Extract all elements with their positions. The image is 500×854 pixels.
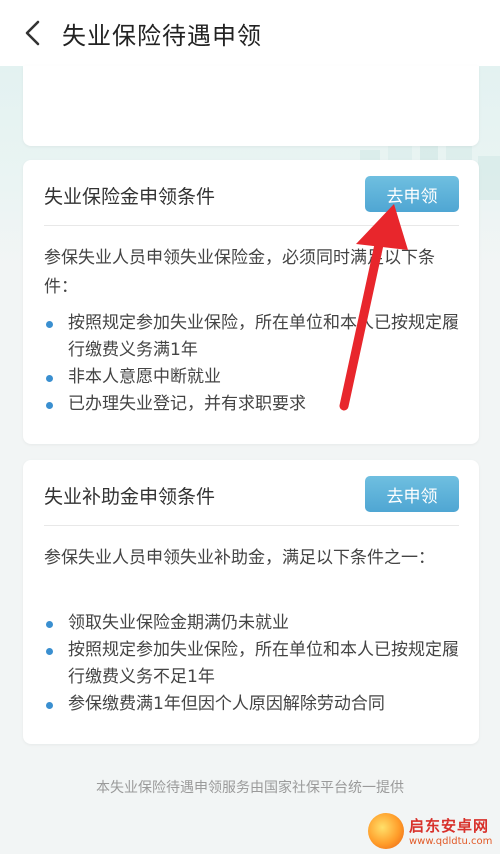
condition-list: 按照规定参加失业保险，所在单位和本人已按规定履行缴费义务满1年 非本人意愿中断就… bbox=[44, 310, 464, 418]
list-item-text: 非本人意愿中断就业 bbox=[68, 367, 221, 387]
list-item: 已办理失业登记，并有求职要求 bbox=[44, 391, 464, 418]
top-card bbox=[23, 66, 479, 146]
divider bbox=[44, 225, 459, 226]
back-arrow-icon[interactable] bbox=[18, 18, 48, 48]
list-item: 按照规定参加失业保险，所在单位和本人已按规定履行缴费义务满1年 bbox=[44, 310, 464, 364]
watermark-name: 启东安卓网 bbox=[409, 817, 490, 835]
bullet-dot-icon bbox=[46, 402, 53, 409]
unemployment-insurance-card: 失业保险金申领条件 去申领 参保失业人员申领失业保险金，必须同时满足以下条件： … bbox=[23, 160, 479, 444]
list-item-text: 已办理失业登记，并有求职要求 bbox=[68, 394, 306, 414]
card-title: 失业保险金申领条件 bbox=[44, 186, 216, 208]
list-item-text: 参保缴费满1年但因个人原因解除劳动合同 bbox=[68, 694, 385, 714]
condition-list: 领取失业保险金期满仍未就业 按照规定参加失业保险，所在单位和本人已按规定履行缴费… bbox=[44, 610, 464, 718]
list-item-text: 按照规定参加失业保险，所在单位和本人已按规定履行缴费义务满1年 bbox=[68, 313, 459, 360]
card-description: 参保失业人员申领失业保险金，必须同时满足以下条件： bbox=[44, 248, 435, 297]
list-item: 按照规定参加失业保险，所在单位和本人已按规定履行缴费义务不足1年 bbox=[44, 637, 464, 691]
divider bbox=[44, 525, 459, 526]
footer-note: 本失业保险待遇申领服务由国家社保平台统一提供 bbox=[96, 780, 404, 796]
card-description: 参保失业人员申领失业补助金，满足以下条件之一： bbox=[44, 548, 435, 568]
bullet-dot-icon bbox=[46, 648, 53, 655]
card-title: 失业补助金申领条件 bbox=[44, 486, 216, 508]
apply-button[interactable]: 去申领 bbox=[365, 176, 459, 212]
list-item: 参保缴费满1年但因个人原因解除劳动合同 bbox=[44, 691, 464, 718]
page-title: 失业保险待遇申领 bbox=[62, 22, 262, 50]
list-item: 领取失业保险金期满仍未就业 bbox=[44, 610, 464, 637]
list-item-text: 按照规定参加失业保险，所在单位和本人已按规定履行缴费义务不足1年 bbox=[68, 640, 459, 687]
list-item-text: 领取失业保险金期满仍未就业 bbox=[68, 613, 289, 633]
bullet-dot-icon bbox=[46, 621, 53, 628]
list-item: 非本人意愿中断就业 bbox=[44, 364, 464, 391]
bullet-dot-icon bbox=[46, 321, 53, 328]
unemployment-subsidy-card: 失业补助金申领条件 去申领 参保失业人员申领失业补助金，满足以下条件之一： 领取… bbox=[23, 460, 479, 744]
header-bar: 失业保险待遇申领 bbox=[0, 0, 500, 66]
watermark-url: www.qdldtu.com bbox=[409, 836, 493, 847]
watermark: 启东安卓网 www.qdldtu.com bbox=[368, 808, 500, 854]
apply-button[interactable]: 去申领 bbox=[365, 476, 459, 512]
watermark-logo-icon bbox=[368, 813, 404, 849]
bullet-dot-icon bbox=[46, 702, 53, 709]
bullet-dot-icon bbox=[46, 375, 53, 382]
